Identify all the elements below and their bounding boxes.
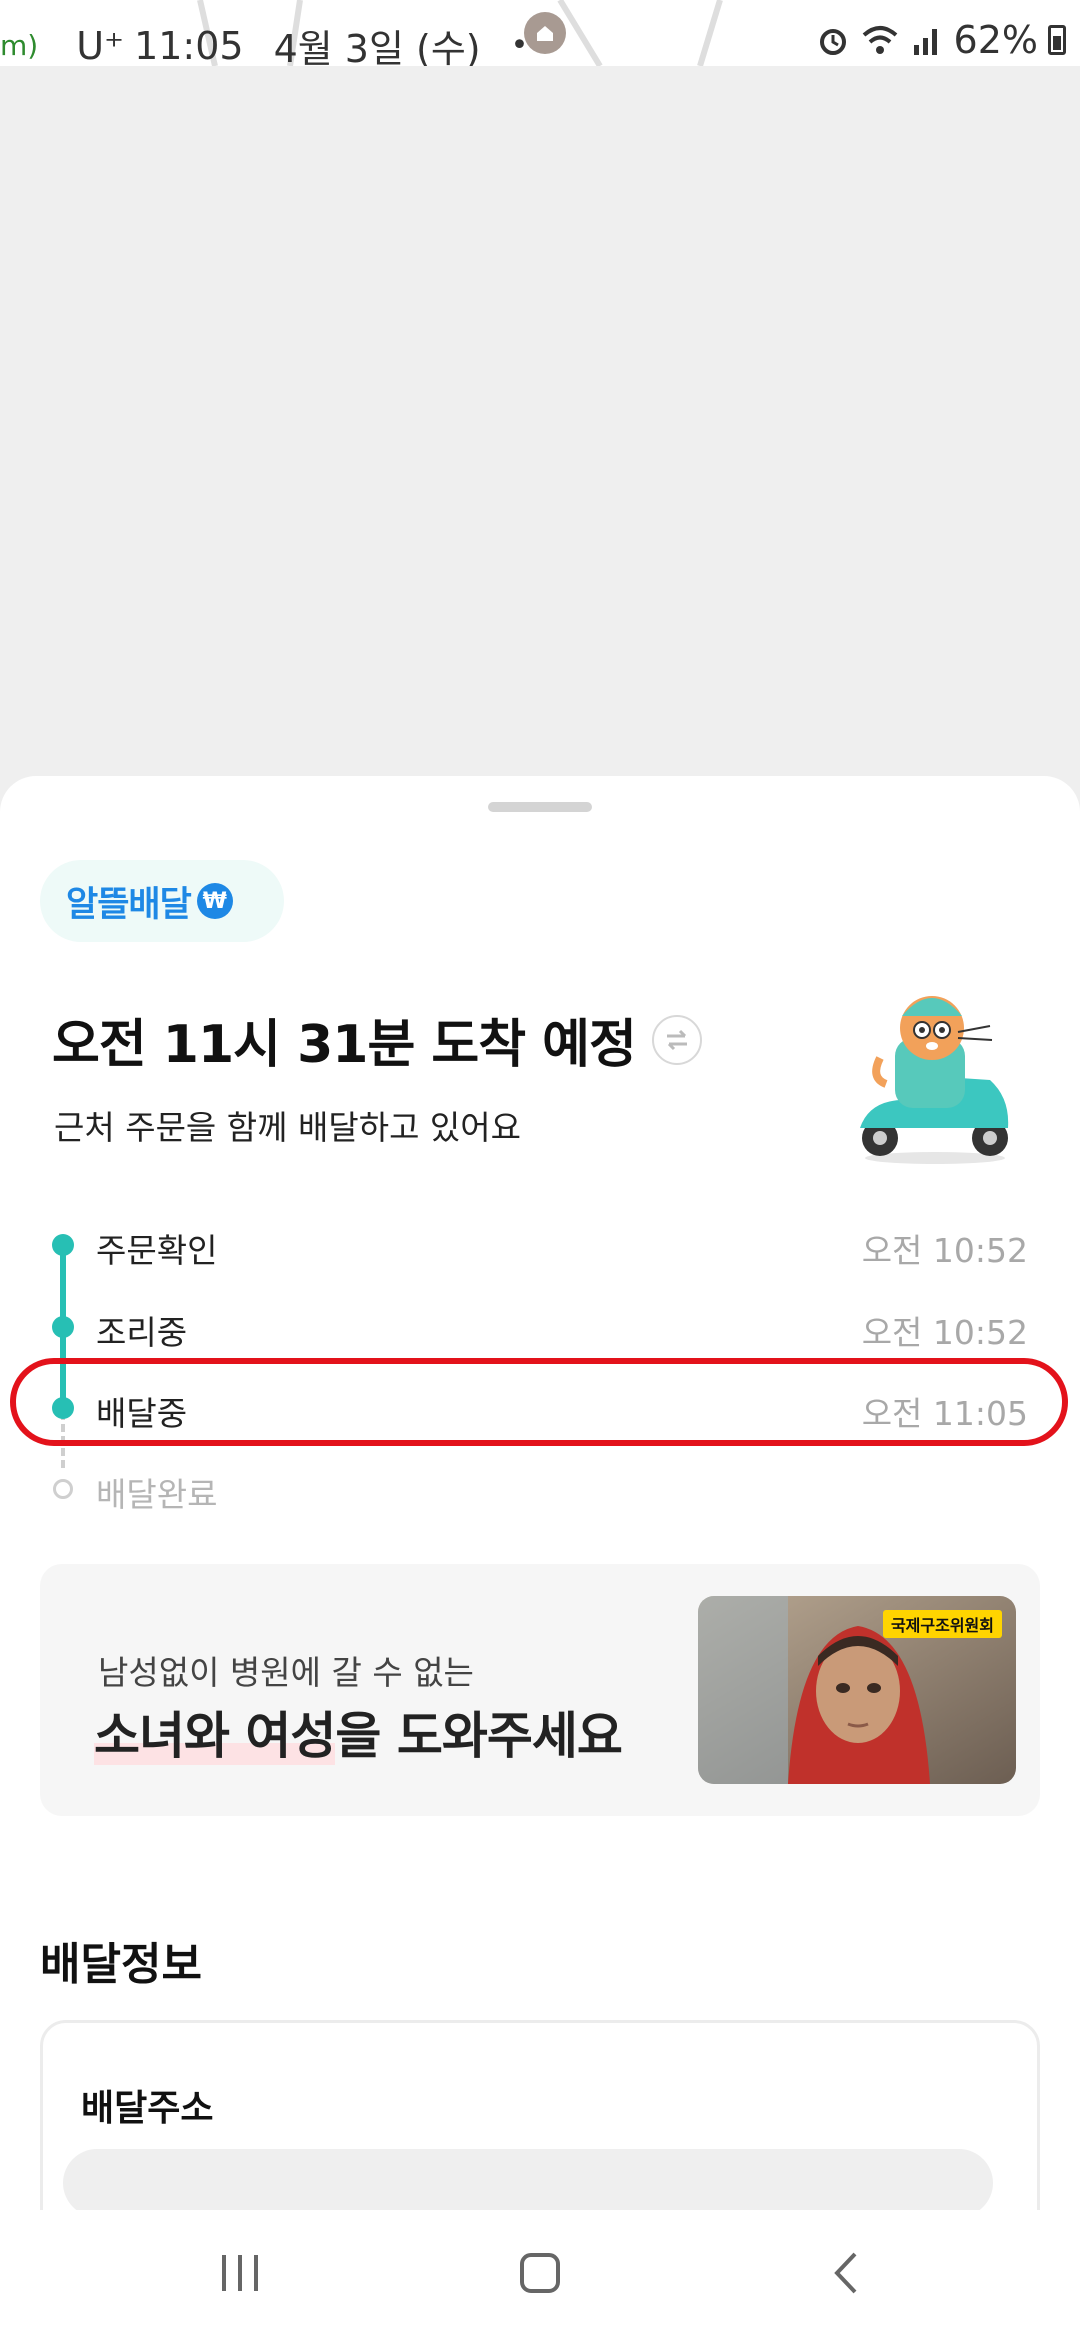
eta-title: 오전 11시 31분 도착 예정 — [52, 1015, 637, 1075]
banner-subtitle: 남성없이 병원에 갈 수 없는 — [98, 1653, 474, 1692]
banner-title: 소녀와 여성을 도와주세요 — [94, 1696, 623, 1768]
recent-apps-button[interactable] — [200, 2238, 280, 2308]
step-label: 조리중 — [96, 1313, 188, 1352]
badge-label: 알뜰배달 — [66, 884, 192, 925]
won-icon: ₩ — [196, 883, 233, 919]
home-icon — [520, 2253, 560, 2293]
home-button[interactable] — [500, 2238, 580, 2308]
timeline-step: 주문확인 오전 10:52 — [0, 1216, 1080, 1276]
banner-title-rest: 을 도와주세요 — [335, 1707, 622, 1765]
back-icon — [834, 2252, 857, 2294]
status-bar: m) U⁺ 11:05 4월 3일 (수) • 62% — [0, 0, 1080, 66]
charity-logo: 국제구조위원회 — [882, 1610, 1002, 1638]
recent-apps-icon — [222, 2255, 258, 2291]
signal-icon — [913, 29, 937, 55]
eta-row: 오전 11시 31분 도착 예정 — [52, 1002, 702, 1077]
alarm-icon — [819, 29, 846, 55]
timeline-step: 배달완료 — [0, 1460, 1080, 1520]
step-label: 배달완료 — [96, 1475, 218, 1514]
step-time: 오전 10:52 — [861, 1231, 1028, 1270]
home-marker-icon — [524, 12, 566, 54]
eta-subtitle: 근처 주문을 함께 배달하고 있어요 — [54, 1108, 521, 1147]
status-time: 11:05 — [134, 23, 244, 67]
wifi-icon — [862, 26, 897, 54]
banner-photo: 국제구조위원회 — [698, 1596, 1016, 1784]
back-button[interactable] — [806, 2238, 886, 2308]
system-navigation-bar — [0, 2210, 1080, 2340]
status-left: m) U⁺ 11:05 4월 3일 (수) • — [0, 18, 558, 67]
swap-arrows-icon[interactable] — [651, 1014, 702, 1065]
step-complete-dot — [52, 1316, 74, 1338]
address-value — [63, 2149, 993, 2210]
banner-title-highlight: 소녀와 여성 — [94, 1707, 336, 1765]
delivery-rider-illustration — [860, 996, 1009, 1164]
step-time: 오전 10:52 — [861, 1313, 1028, 1352]
step-label: 주문확인 — [96, 1231, 218, 1270]
delivery-type-badge: 알뜰배달 ₩ — [40, 860, 284, 942]
step-pending-dot — [53, 1479, 73, 1499]
status-partial-text: m) — [0, 29, 39, 62]
status-date: 4월 3일 (수) — [273, 27, 481, 66]
address-label: 배달주소 — [81, 2088, 214, 2129]
carrier-label: U⁺ — [76, 23, 125, 67]
sheet-drag-handle[interactable] — [488, 802, 592, 812]
step-complete-dot — [52, 1234, 74, 1256]
status-right: 62% — [816, 18, 1066, 62]
charity-banner[interactable]: 남성없이 병원에 갈 수 없는 소녀와 여성을 도와주세요 국제구조위원회 — [40, 1564, 1040, 1816]
current-step-highlight — [10, 1358, 1068, 1446]
delivery-info-card: 배달주소 — [40, 2020, 1040, 2210]
timeline-step: 조리중 오전 10:52 — [0, 1298, 1080, 1358]
battery-percent: 62% — [953, 18, 1038, 62]
battery-icon — [1048, 25, 1066, 55]
order-status-sheet: 알뜰배달 ₩ 오전 11시 31분 도착 예정 근처 주문을 함께 배달하고 있… — [0, 776, 1080, 2210]
delivery-info-title: 배달정보 — [40, 1939, 202, 1990]
